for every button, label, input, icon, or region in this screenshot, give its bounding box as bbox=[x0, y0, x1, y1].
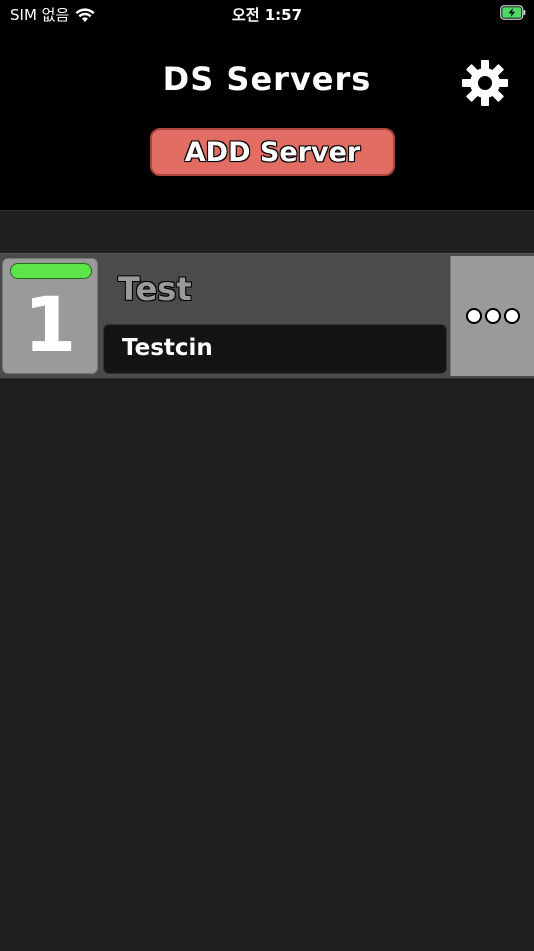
ellipsis-icon bbox=[484, 308, 501, 324]
server-name: Test bbox=[118, 270, 192, 308]
server-subtitle: Testcin bbox=[122, 335, 213, 361]
gear-icon bbox=[462, 60, 508, 106]
list-header-bar bbox=[0, 211, 534, 253]
ellipsis-icon bbox=[503, 308, 520, 324]
ellipsis-icon bbox=[465, 308, 482, 324]
add-server-label: ADD Server bbox=[184, 136, 361, 168]
status-bar: SIM 없음 오전 1:57 bbox=[0, 0, 534, 28]
page-title: DS Servers bbox=[162, 60, 372, 98]
server-number-box: 1 bbox=[2, 258, 98, 374]
settings-button[interactable] bbox=[460, 58, 510, 108]
server-number: 1 bbox=[23, 280, 77, 369]
server-list: 1 Test Testcin bbox=[0, 210, 534, 951]
server-more-button[interactable] bbox=[450, 256, 534, 376]
clock: 오전 1:57 bbox=[231, 6, 303, 24]
battery-charging-icon bbox=[500, 5, 526, 20]
server-row[interactable]: 1 Test Testcin bbox=[0, 253, 534, 379]
server-subtitle-box: Testcin bbox=[103, 324, 447, 374]
add-server-button[interactable]: ADD Server bbox=[150, 128, 395, 176]
